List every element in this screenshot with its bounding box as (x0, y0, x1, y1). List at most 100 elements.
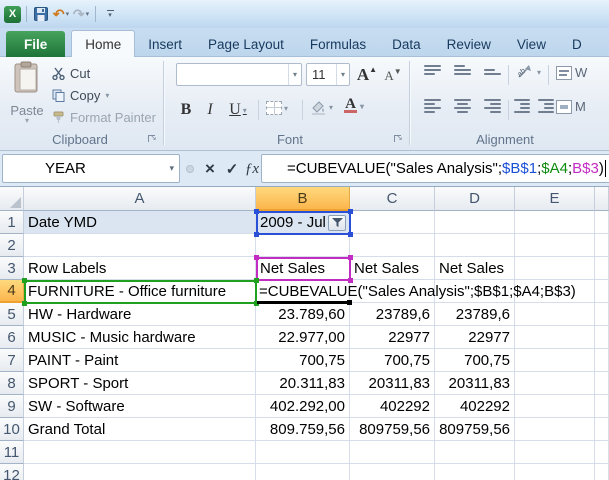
underline-dropdown-icon[interactable]: ▾ (243, 106, 247, 115)
cell-D7[interactable]: 700,75 (435, 349, 515, 372)
row-header-1[interactable]: 1 (0, 211, 24, 234)
cell-F5[interactable] (595, 303, 609, 326)
align-center-button[interactable] (454, 99, 471, 113)
row-header-9[interactable]: 9 (0, 395, 24, 418)
column-header-e[interactable]: E (515, 187, 595, 211)
select-all-corner[interactable] (0, 187, 24, 211)
formula-input[interactable]: =CUBEVALUE("Sales Analysis";$B$1;$A4;B$3… (261, 154, 609, 183)
row-header-8[interactable]: 8 (0, 372, 24, 395)
cell-B10[interactable]: 809.759,56 (256, 418, 350, 441)
grow-font-button[interactable]: A ▲ (355, 63, 379, 86)
cell-C11[interactable] (350, 441, 435, 464)
copy-button[interactable]: Copy ▾ (52, 85, 109, 106)
cell-E5[interactable] (515, 303, 595, 326)
shrink-font-button[interactable]: A ▼ (382, 65, 404, 86)
cell-A12[interactable] (24, 464, 256, 480)
cell-F6[interactable] (595, 326, 609, 349)
cell-D10[interactable]: 809759,56 (435, 418, 515, 441)
enter-button[interactable]: ✓ (221, 156, 243, 182)
wrap-text-button[interactable]: W (556, 65, 587, 80)
cell-F2[interactable] (595, 234, 609, 257)
column-header-f[interactable] (595, 187, 609, 211)
cell-D3[interactable]: Net Sales (435, 257, 515, 280)
cell-B3[interactable]: Net Sales (256, 257, 350, 280)
cell-D2[interactable] (435, 234, 515, 257)
row-header-12[interactable]: 12 (0, 464, 24, 480)
column-header-a[interactable]: A (24, 187, 256, 211)
row-header-10[interactable]: 10 (0, 418, 24, 441)
copy-dropdown-icon[interactable]: ▾ (105, 91, 109, 100)
undo-button[interactable]: ↶ ▾ (52, 4, 70, 24)
cell-A1[interactable]: Date YMD (24, 211, 256, 234)
name-box-dropdown-icon[interactable]: ▾ (164, 155, 179, 182)
reference-handle[interactable] (22, 301, 27, 306)
increase-indent-button[interactable] (538, 99, 554, 113)
cell-E2[interactable] (515, 234, 595, 257)
top-align-button[interactable] (424, 65, 441, 75)
cut-button[interactable]: Cut (52, 63, 90, 84)
redo-button[interactable]: ↷ ▾ (72, 4, 90, 24)
cell-E3[interactable] (515, 257, 595, 280)
merge-center-button[interactable]: M (556, 99, 586, 114)
cell-C2[interactable] (350, 234, 435, 257)
tab-insert[interactable]: Insert (135, 32, 195, 57)
row-header-4[interactable]: 4 (0, 280, 24, 303)
tab-home[interactable]: Home (71, 30, 136, 57)
cell-F11[interactable] (595, 441, 609, 464)
tab-page-layout[interactable]: Page Layout (195, 32, 297, 57)
font-color-button[interactable]: A ▾ (344, 97, 364, 113)
font-dialog-launcher-icon[interactable] (394, 133, 404, 145)
cell-E11[interactable] (515, 441, 595, 464)
insert-function-button[interactable]: ƒx (241, 156, 263, 182)
cell-B5[interactable]: 23.789,60 (256, 303, 350, 326)
cell-A8[interactable]: SPORT - Sport (24, 372, 256, 395)
font-color-dropdown-icon[interactable]: ▾ (360, 101, 364, 112)
cell-B8[interactable]: 20.311,83 (256, 372, 350, 395)
align-left-button[interactable] (424, 99, 441, 113)
tab-formulas[interactable]: Formulas (297, 32, 379, 57)
cell-F10[interactable] (595, 418, 609, 441)
cell-C12[interactable] (350, 464, 435, 480)
redo-dropdown-icon[interactable]: ▾ (86, 10, 90, 18)
paste-button[interactable]: Paste ▾ (6, 61, 48, 131)
underline-button[interactable]: U ▾ (224, 99, 252, 121)
fill-color-button[interactable]: ▾ (310, 99, 333, 115)
row-header-5[interactable]: 5 (0, 303, 24, 326)
cell-F7[interactable] (595, 349, 609, 372)
cell-A3[interactable]: Row Labels (24, 257, 256, 280)
excel-app-icon[interactable]: X (4, 5, 21, 23)
cell-C10[interactable]: 809759,56 (350, 418, 435, 441)
cell-D9[interactable]: 402292 (435, 395, 515, 418)
cell-C6[interactable]: 22977 (350, 326, 435, 349)
cell-E8[interactable] (515, 372, 595, 395)
cell-D1[interactable] (435, 211, 515, 234)
cell-A4[interactable]: FURNITURE - Office furniture (24, 280, 256, 303)
cancel-button[interactable]: × (199, 156, 221, 182)
save-button[interactable] (32, 4, 50, 24)
cell-D8[interactable]: 20311,83 (435, 372, 515, 395)
cell-C7[interactable]: 700,75 (350, 349, 435, 372)
cell-E1[interactable] (515, 211, 595, 234)
tab-file[interactable]: File (6, 31, 66, 57)
undo-dropdown-icon[interactable]: ▾ (66, 10, 70, 18)
cell-C9[interactable]: 402292 (350, 395, 435, 418)
borders-button[interactable]: ▾ (266, 101, 288, 115)
reference-handle[interactable] (254, 209, 259, 214)
cell-F9[interactable] (595, 395, 609, 418)
row-header-7[interactable]: 7 (0, 349, 24, 372)
reference-handle[interactable] (348, 209, 353, 214)
cell-E9[interactable] (515, 395, 595, 418)
row-header-2[interactable]: 2 (0, 234, 24, 257)
cell-D11[interactable] (435, 441, 515, 464)
cell-C3[interactable]: Net Sales (350, 257, 435, 280)
reference-handle[interactable] (22, 278, 27, 283)
row-header-11[interactable]: 11 (0, 441, 24, 464)
borders-dropdown-icon[interactable]: ▾ (284, 104, 288, 113)
font-size-combo[interactable]: 11 ▾ (306, 63, 350, 86)
row-header-3[interactable]: 3 (0, 257, 24, 280)
cell-F1[interactable] (595, 211, 609, 234)
cell-F8[interactable] (595, 372, 609, 395)
cell-E7[interactable] (515, 349, 595, 372)
orientation-dropdown-icon[interactable]: ▾ (537, 68, 541, 77)
font-name-dropdown-icon[interactable]: ▾ (287, 64, 301, 85)
